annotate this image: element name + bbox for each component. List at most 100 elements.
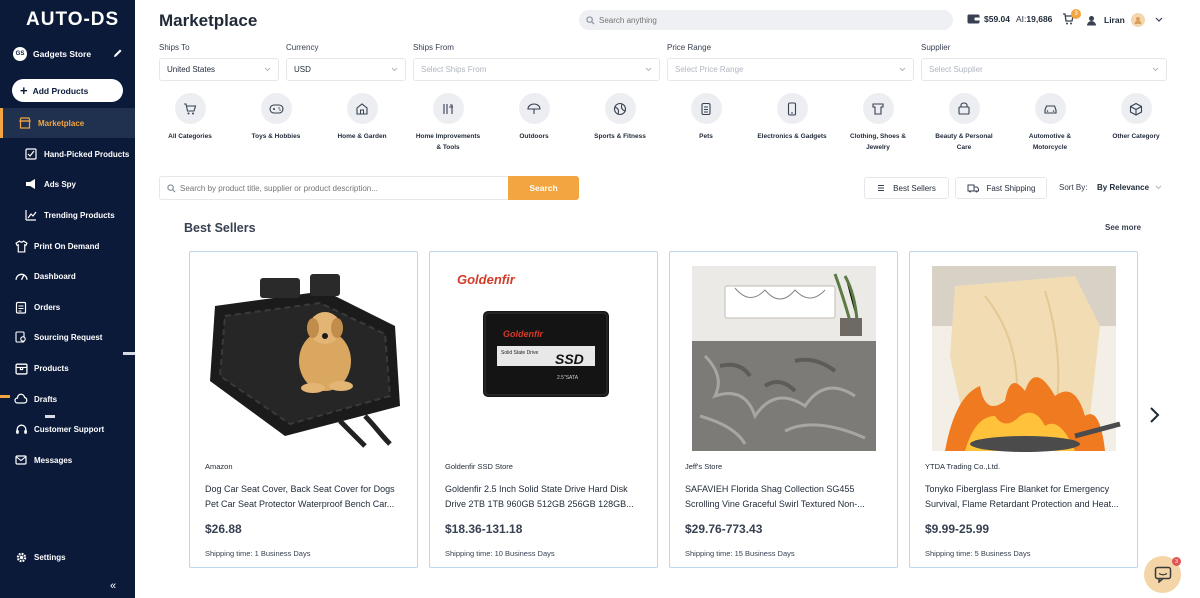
balance-value: $59.04 xyxy=(984,13,1010,24)
sidebar-item-sourcing-request[interactable]: Sourcing Request xyxy=(0,322,135,352)
sidebar-item-hand-picked[interactable]: Hand-Picked Products xyxy=(0,139,135,169)
autods-logo[interactable]: AUTO-DS xyxy=(26,9,119,31)
sidebar-item-marketplace[interactable]: Marketplace xyxy=(0,108,135,138)
fast-shipping-filter[interactable]: Fast Shipping xyxy=(955,177,1047,199)
add-products-button[interactable]: + Add Products xyxy=(12,79,123,102)
product-search-input[interactable] xyxy=(180,183,500,193)
search-icon xyxy=(167,183,176,193)
sidebar-item-label: Print On Demand xyxy=(34,241,100,251)
product-store[interactable]: Amazon xyxy=(205,462,233,471)
sidebar-item-label: Marketplace xyxy=(38,118,85,128)
category-automotive[interactable]: Automotive & Motorcycle xyxy=(1015,93,1085,153)
sidebar-item-settings[interactable]: Settings xyxy=(0,542,135,572)
chevron-right-icon[interactable] xyxy=(1148,406,1160,424)
sidebar-item-customer-support[interactable]: Customer Support xyxy=(0,414,135,444)
sidebar-item-trending[interactable]: Trending Products xyxy=(0,200,135,230)
global-search[interactable] xyxy=(579,10,953,30)
category-label: Automotive & Motorcycle xyxy=(1028,133,1072,151)
category-outdoors[interactable]: Outdoors xyxy=(499,93,569,142)
category-home-improvement[interactable]: Home Improvements & Tools xyxy=(413,93,483,153)
see-more-link[interactable]: See more xyxy=(1105,223,1141,232)
category-label: Clothing, Shoes & Jewelry xyxy=(850,133,906,151)
beauty-icon xyxy=(948,93,980,124)
sidebar-item-messages[interactable]: Messages xyxy=(0,445,135,475)
chat-icon xyxy=(1154,566,1172,583)
product-title: Tonyko Fiberglass Fire Blanket for Emerg… xyxy=(925,484,1119,509)
global-search-input[interactable] xyxy=(599,15,919,25)
product-store[interactable]: Jeff's Store xyxy=(685,462,722,471)
sidebar-item-ads-spy[interactable]: Ads Spy xyxy=(0,169,135,199)
product-shipping: Shipping time: 10 Business Days xyxy=(445,549,555,558)
list-icon xyxy=(877,184,885,192)
price-range-select[interactable]: Select Price Range xyxy=(667,58,914,81)
product-shipping: Shipping time: 5 Business Days xyxy=(925,549,1031,558)
price-range-label: Price Range xyxy=(667,43,712,52)
product-store[interactable]: YTDA Trading Co.,Ltd. xyxy=(925,462,1000,471)
product-price: $9.99-25.99 xyxy=(925,522,990,536)
category-pets[interactable]: Pets xyxy=(671,93,741,142)
product-store[interactable]: Goldenfir SSD Store xyxy=(445,462,513,471)
chevron-down-icon xyxy=(645,67,652,72)
sidebar-item-label: Hand-Picked Products xyxy=(44,149,130,159)
product-card[interactable]: Jeff's Store SAFAVIEH Florida Shag Colle… xyxy=(669,251,898,568)
sidebar-item-label: Ads Spy xyxy=(44,179,77,189)
chevron-down-icon xyxy=(899,67,906,72)
product-image: Goldenfir Goldenfir Solid State Drive SS… xyxy=(445,266,643,452)
supplier-placeholder: Select Supplier xyxy=(929,65,983,74)
category-clothing[interactable]: Clothing, Shoes & Jewelry xyxy=(843,93,913,153)
category-all[interactable]: All Categories xyxy=(155,93,225,142)
cube-icon xyxy=(1120,93,1152,124)
wallet-icon xyxy=(967,13,980,24)
sidebar-item-print-on-demand[interactable]: Print On Demand xyxy=(0,231,135,261)
category-label: Pets xyxy=(699,133,713,140)
category-label: Toys & Hobbies xyxy=(251,133,301,140)
supplier-label: Supplier xyxy=(921,43,951,52)
product-title: SAFAVIEH Florida Shag Collection SG455 S… xyxy=(685,484,865,509)
user-menu[interactable]: Liran xyxy=(1086,13,1163,27)
ships-from-select[interactable]: Select Ships From xyxy=(413,58,660,81)
sidebar-item-drafts[interactable]: Drafts xyxy=(0,384,135,414)
page-title: Marketplace xyxy=(159,11,258,30)
store-selector[interactable]: GS Gadgets Store xyxy=(13,46,125,62)
sata-text: 2.5"SATA xyxy=(557,375,579,381)
category-label: Home Improvements & Tools xyxy=(415,133,481,151)
best-sellers-filter[interactable]: Best Sellers xyxy=(864,177,949,199)
product-card[interactable]: Goldenfir Goldenfir Solid State Drive SS… xyxy=(429,251,658,568)
product-card[interactable]: Amazon Dog Car Seat Cover, Back Seat Cov… xyxy=(189,251,418,568)
category-home-garden[interactable]: Home & Garden xyxy=(327,93,397,142)
gamepad-icon xyxy=(260,93,292,124)
tools-icon xyxy=(432,93,464,124)
sidebar-item-dashboard[interactable]: Dashboard xyxy=(0,261,135,291)
category-beauty[interactable]: Beauty & Personal Care xyxy=(929,93,999,153)
sort-select[interactable]: By Relevance xyxy=(1097,183,1162,192)
currency-value: USD xyxy=(294,65,311,74)
category-other[interactable]: Other Category xyxy=(1101,93,1171,142)
sidebar-item-label: Trending Products xyxy=(44,210,115,220)
product-shipping: Shipping time: 1 Business Days xyxy=(205,549,311,558)
category-label: Home & Garden xyxy=(337,133,387,140)
currency-select[interactable]: USD xyxy=(286,58,406,81)
chat-badge: 3 xyxy=(1172,557,1181,566)
collapse-sidebar-button[interactable]: « xyxy=(110,580,116,592)
sidebar-item-label: Sourcing Request xyxy=(34,332,103,342)
balance-display[interactable]: $59.04 AI:19,686 xyxy=(967,13,1052,24)
product-card[interactable]: YTDA Trading Co.,Ltd. Tonyko Fiberglass … xyxy=(909,251,1138,568)
ball-icon xyxy=(604,93,636,124)
product-price: $18.36-131.18 xyxy=(445,522,523,536)
ships-to-select[interactable]: United States xyxy=(159,58,279,81)
pencil-icon[interactable] xyxy=(113,48,123,58)
category-electronics[interactable]: Electronics & Gadgets xyxy=(757,93,827,142)
gear-icon xyxy=(14,550,28,564)
sidebar-item-products[interactable]: Products xyxy=(0,353,135,383)
ships-to-value: United States xyxy=(167,65,216,74)
supplier-select[interactable]: Select Supplier xyxy=(921,58,1167,81)
chevron-down-icon xyxy=(1155,17,1163,23)
product-search[interactable] xyxy=(159,176,509,200)
category-toys[interactable]: Toys & Hobbies xyxy=(241,93,311,142)
price-range-placeholder: Select Price Range xyxy=(675,65,744,74)
search-button[interactable]: Search xyxy=(508,176,579,200)
sidebar-item-orders[interactable]: Orders xyxy=(0,292,135,322)
drive-label-text: Solid State Drive xyxy=(501,350,538,356)
brand-logo-text: Goldenfir xyxy=(457,272,516,287)
category-sports[interactable]: Sports & Fitness xyxy=(585,93,655,142)
